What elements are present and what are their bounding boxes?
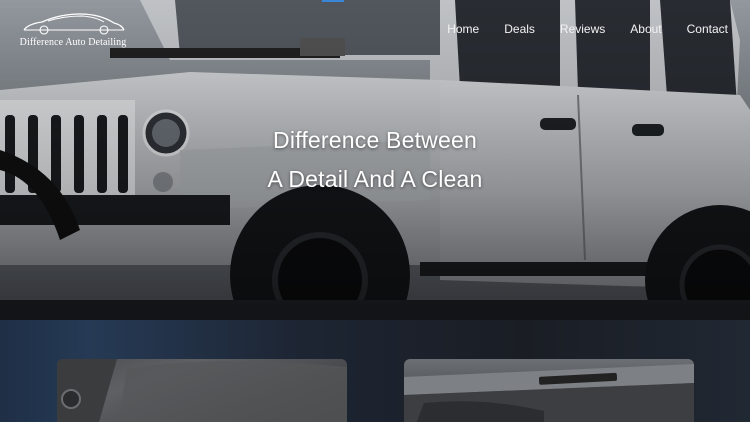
brand-name: Difference Auto Detailing — [19, 37, 127, 48]
service-card-carpet[interactable] — [57, 359, 347, 422]
page: Difference Auto Detailing Home Deals Rev… — [0, 0, 750, 422]
nav-reviews[interactable]: Reviews — [535, 22, 605, 36]
door-panel-interior-image — [404, 364, 694, 422]
nav-deals[interactable]: Deals — [479, 22, 535, 36]
main-nav: Home Deals Reviews About Contact — [422, 22, 728, 36]
hero-title-line2: A Detail And A Clean — [267, 166, 483, 192]
car-silhouette-icon — [23, 13, 125, 35]
brand-logo[interactable]: Difference Auto Detailing — [8, 10, 138, 50]
service-card-door-panel[interactable] — [404, 359, 694, 422]
nav-home[interactable]: Home — [422, 22, 479, 36]
hero-title-line1: Difference Between — [273, 127, 477, 153]
nav-about[interactable]: About — [605, 22, 661, 36]
active-page-indicator — [322, 0, 344, 2]
nav-contact[interactable]: Contact — [662, 22, 728, 36]
hero-section: Difference Auto Detailing Home Deals Rev… — [0, 0, 750, 320]
carpet-interior-image — [57, 359, 347, 422]
